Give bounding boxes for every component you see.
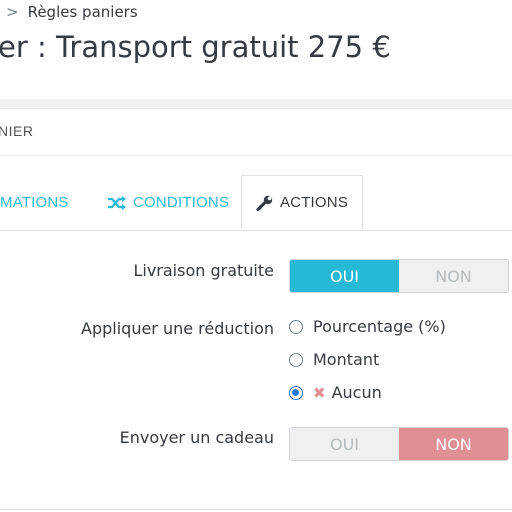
discount-option-none[interactable]: ✖ Aucun — [289, 383, 382, 402]
gift-switch[interactable]: OUI NON — [289, 427, 509, 461]
breadcrumb-separator: > — [6, 3, 19, 21]
panel-heading: NIER — [0, 109, 512, 156]
radio-amount[interactable] — [289, 352, 303, 367]
breadcrumb-current[interactable]: Règles paniers — [28, 3, 138, 21]
free-shipping-yes[interactable]: OUI — [290, 260, 399, 292]
gift-label: Envoyer un cadeau — [119, 428, 274, 447]
panel-heading-label: NIER — [0, 123, 34, 139]
panel-footer-divider — [0, 509, 512, 510]
discount-option-percent-label: Pourcentage (%) — [313, 317, 446, 336]
tab-conditions-label: CONDITIONS — [133, 194, 230, 211]
discount-option-amount-label: Montant — [313, 350, 380, 369]
tab-conditions[interactable]: CONDITIONS — [107, 175, 229, 230]
free-shipping-label: Livraison gratuite — [133, 261, 274, 280]
gift-yes[interactable]: OUI — [290, 428, 399, 460]
shuffle-icon — [108, 195, 126, 210]
discount-option-percent[interactable]: Pourcentage (%) — [289, 317, 446, 336]
tab-actions[interactable]: ACTIONS — [241, 175, 363, 230]
discount-option-amount[interactable]: Montant — [289, 350, 379, 369]
radio-none[interactable] — [289, 385, 303, 400]
tab-bar: MATIONS CONDITIONS ACTIONS — [0, 175, 512, 231]
breadcrumb: > Règles paniers — [6, 3, 138, 21]
page-title: er : Transport gratuit 275 € — [0, 30, 391, 64]
cart-rule-panel: NIER MATIONS CONDITIONS ACTIONS Livraiso… — [0, 109, 512, 512]
discount-label: Appliquer une réduction — [81, 319, 274, 338]
tab-informations-label: MATIONS — [0, 194, 69, 211]
header-divider — [0, 99, 512, 109]
tab-actions-label: ACTIONS — [279, 194, 349, 211]
discount-option-none-label: Aucun — [331, 383, 382, 402]
radio-percent[interactable] — [289, 319, 303, 334]
gift-no[interactable]: NON — [399, 428, 508, 460]
tab-informations[interactable]: MATIONS — [0, 175, 69, 230]
close-icon: ✖ — [313, 383, 326, 402]
free-shipping-no[interactable]: NON — [399, 260, 508, 292]
free-shipping-switch[interactable]: OUI NON — [289, 259, 509, 293]
wrench-icon — [256, 195, 273, 211]
